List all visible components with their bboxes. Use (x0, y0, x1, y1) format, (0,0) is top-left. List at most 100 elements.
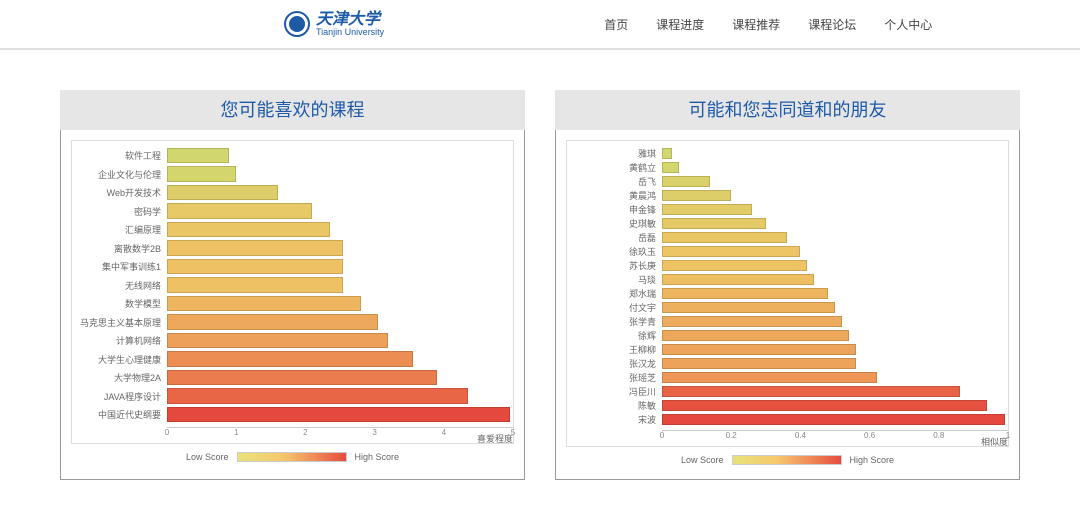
primary-nav: 首页 课程进度 课程推荐 课程论坛 个人中心 (604, 16, 932, 33)
bar-row: 雅琪 (567, 147, 1008, 160)
axis-tick: 0.4 (795, 431, 806, 440)
bar-row: Web开发技术 (72, 184, 513, 201)
bar-label: 史琪敏 (567, 217, 662, 230)
nav-forum[interactable]: 课程论坛 (808, 16, 856, 33)
bar-row: 付文宇 (567, 301, 1008, 314)
bar-label: 无线网络 (72, 279, 167, 292)
bar-fill (662, 162, 679, 173)
bar-label: 付文宇 (567, 301, 662, 314)
axis-tick: 1 (234, 428, 238, 437)
bar-fill (662, 274, 814, 285)
brand-name-cn: 天津大学 (316, 12, 384, 28)
bar-label: 计算机网络 (72, 334, 167, 347)
courses-chart: 软件工程企业文化与伦理Web开发技术密码学汇编原理离散数学2B集中军事训练1无线… (71, 140, 514, 444)
bar-label: 软件工程 (72, 149, 167, 162)
bar-fill (167, 351, 413, 367)
bar-row: 张学青 (567, 315, 1008, 328)
bar-label: 王柳柳 (567, 343, 662, 356)
university-seal-icon (284, 11, 310, 37)
bar-fill (167, 314, 378, 330)
bar-label: Web开发技术 (72, 186, 167, 199)
axis-tick: 0 (660, 431, 664, 440)
bar-fill (662, 218, 766, 229)
friends-chart: 雅琪黄鹤立岳飞黄晨鸿申金锋史琪敏岳磊徐玖玉苏长庚马琰郑水瑞付文宇张学青徐辉王柳柳… (566, 140, 1009, 447)
legend-high-label: High Score (850, 455, 895, 465)
bar-label: 苏长庚 (567, 259, 662, 272)
friends-legend: Low Score High Score (566, 447, 1009, 475)
bar-fill (662, 400, 987, 411)
bar-fill (167, 259, 343, 275)
bar-fill (662, 414, 1005, 425)
axis-tick: 0.2 (726, 431, 737, 440)
bar-label: 陈敏 (567, 399, 662, 412)
bar-label: 密码学 (72, 205, 167, 218)
nav-progress[interactable]: 课程进度 (656, 16, 704, 33)
bar-row: 张汉龙 (567, 357, 1008, 370)
bar-label: 申金锋 (567, 203, 662, 216)
bar-fill (662, 260, 807, 271)
bar-row: 大学生心理健康 (72, 351, 513, 368)
bar-fill (167, 388, 468, 404)
courses-axis: 012345喜爱程度 (167, 427, 513, 443)
bar-row: 数学模型 (72, 295, 513, 312)
bar-fill (167, 166, 236, 182)
bar-fill (662, 148, 672, 159)
bar-label: 徐玖玉 (567, 245, 662, 258)
bar-fill (167, 203, 312, 219)
bar-fill (167, 148, 229, 164)
axis-tick: 2 (303, 428, 307, 437)
friends-card: 可能和您志同道和的朋友 雅琪黄鹤立岳飞黄晨鸿申金锋史琪敏岳磊徐玖玉苏长庚马琰郑水… (555, 90, 1020, 480)
bar-fill (167, 185, 278, 201)
bar-label: 黄鹤立 (567, 161, 662, 174)
bar-row: 马克思主义基本原理 (72, 314, 513, 331)
bar-fill (167, 370, 437, 386)
bar-label: 离散数学2B (72, 242, 167, 255)
nav-recommend[interactable]: 课程推荐 (732, 16, 780, 33)
bar-fill (662, 204, 752, 215)
bar-fill (662, 190, 731, 201)
bar-row: 冯臣川 (567, 385, 1008, 398)
bar-label: 数学模型 (72, 297, 167, 310)
bar-row: 软件工程 (72, 147, 513, 164)
legend-gradient-icon (237, 452, 347, 462)
bar-row: JAVA程序设计 (72, 388, 513, 405)
bar-row: 汇编原理 (72, 221, 513, 238)
bar-fill (662, 344, 856, 355)
page-body: 您可能喜欢的课程 软件工程企业文化与伦理Web开发技术密码学汇编原理离散数学2B… (0, 50, 1080, 480)
bar-row: 大学物理2A (72, 369, 513, 386)
bar-row: 史琪敏 (567, 217, 1008, 230)
bar-label: 中国近代史纲要 (72, 408, 167, 421)
bar-row: 徐辉 (567, 329, 1008, 342)
bar-row: 王柳柳 (567, 343, 1008, 356)
courses-card-title: 您可能喜欢的课程 (60, 90, 525, 130)
nav-home[interactable]: 首页 (604, 16, 628, 33)
bar-label: 岳飞 (567, 175, 662, 188)
bar-fill (662, 288, 828, 299)
bar-fill (167, 277, 343, 293)
top-header: 天津大学 Tianjin University 首页 课程进度 课程推荐 课程论… (0, 0, 1080, 50)
bar-label: 雅琪 (567, 147, 662, 160)
bar-label: 冯臣川 (567, 385, 662, 398)
bar-label: 徐辉 (567, 329, 662, 342)
bar-row: 岳磊 (567, 231, 1008, 244)
bar-row: 苏长庚 (567, 259, 1008, 272)
brand-name-en: Tianjin University (316, 28, 384, 37)
bar-label: 汇编原理 (72, 223, 167, 236)
friends-bars: 雅琪黄鹤立岳飞黄晨鸿申金锋史琪敏岳磊徐玖玉苏长庚马琰郑水瑞付文宇张学青徐辉王柳柳… (567, 147, 1008, 430)
bar-row: 徐玖玉 (567, 245, 1008, 258)
bar-row: 张瑶芝 (567, 371, 1008, 384)
bar-label: 大学生心理健康 (72, 353, 167, 366)
friends-card-title: 可能和您志同道和的朋友 (555, 90, 1020, 130)
bar-fill (662, 246, 800, 257)
bar-row: 宋波 (567, 413, 1008, 426)
bar-label: 黄晨鸿 (567, 189, 662, 202)
bar-label: 宋波 (567, 413, 662, 426)
bar-row: 黄鹤立 (567, 161, 1008, 174)
bar-fill (662, 372, 877, 383)
bar-row: 陈敏 (567, 399, 1008, 412)
bar-fill (167, 222, 330, 238)
bar-row: 集中军事训练1 (72, 258, 513, 275)
nav-profile[interactable]: 个人中心 (884, 16, 932, 33)
bar-label: 大学物理2A (72, 371, 167, 384)
bar-label: 张学青 (567, 315, 662, 328)
